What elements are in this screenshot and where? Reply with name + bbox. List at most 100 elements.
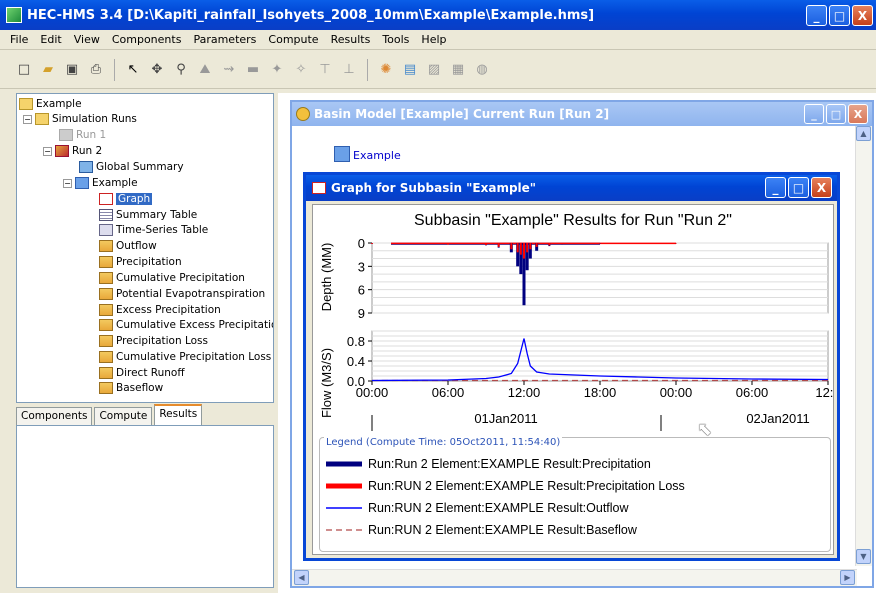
new-icon[interactable]: □ [14,60,34,80]
mouse-pointer-icon: ⬉ [697,419,713,440]
results-icon[interactable]: ▤ [400,60,420,80]
basin-close-button[interactable]: X [848,104,868,124]
print-icon[interactable]: ⎙ [86,60,106,80]
legend-swatch [326,483,362,489]
subbasin-icon[interactable]: ⛰ [195,60,215,80]
tree-item-precipitation[interactable]: Precipitation [99,254,182,270]
tree-item-excess-precipitation[interactable]: Excess Precipitation [99,302,221,318]
depth-tick-label: 0 [358,236,365,251]
tree-item-global-summary[interactable]: Global Summary [79,159,184,175]
tab-components[interactable]: Components [16,407,93,425]
collapse-toggle-icon[interactable]: − [63,178,72,188]
result-icon [99,367,113,379]
menu-parameters[interactable]: Parameters [187,33,262,46]
tree-item-cumulative-excess-precipitation[interactable]: Cumulative Excess Precipitation [99,317,273,333]
tab-results[interactable]: Results [154,404,203,425]
minimize-button[interactable]: _ [806,5,827,26]
depth-axis-label: Depth (MM) [319,243,334,312]
diversion-icon[interactable]: ✧ [291,60,311,80]
tree-item-outflow[interactable]: Outflow [99,238,157,254]
basin-horizontal-scrollbar[interactable]: ◀ ▶ [292,569,857,586]
result-icon [99,351,113,363]
tree-item-simulation-runs[interactable]: − Simulation Runs [23,111,137,127]
depth-tick-label: 3 [358,259,365,274]
menu-view[interactable]: View [68,33,106,46]
menu-tools[interactable]: Tools [376,33,415,46]
folder-icon [35,113,49,125]
app-titlebar: HEC-HMS 3.4 [D:\Kapiti_rainfall_Isohyets… [0,0,876,30]
graph-minimize-button[interactable]: _ [765,177,786,198]
result-icon [99,382,113,394]
graph-close-button[interactable]: X [811,177,832,198]
zoom-icon[interactable]: ⚲ [171,60,191,80]
tree-item-time-series-table[interactable]: Time-Series Table [99,222,208,238]
tree-item-element-example[interactable]: − Example [63,175,138,191]
menu-results[interactable]: Results [325,33,377,46]
tree-item-precipitation-loss[interactable]: Precipitation Loss [99,333,208,349]
result-icon [99,256,113,268]
graph-maximize-button[interactable]: □ [788,177,809,198]
legend-item-outflow: Run:RUN 2 Element:EXAMPLE Result:Outflow [326,500,629,516]
result-icon [99,335,113,347]
component-editor-panel [16,425,274,588]
legend-item-precipitation: Run:Run 2 Element:EXAMPLE Result:Precipi… [326,456,651,472]
tree-item-potential-evapotranspiration[interactable]: Potential Evapotranspiration [99,286,265,302]
reach-icon[interactable]: ⇝ [219,60,239,80]
graph-window-title: Graph for Subbasin "Example" [331,181,537,195]
chart-title: Subbasin "Example" Results for Run "Run … [414,212,732,229]
arrow-icon[interactable]: ↖ [123,60,143,80]
tree-item-cumulative-precipitation[interactable]: Cumulative Precipitation [99,270,245,286]
sink-icon[interactable]: ⊥ [339,60,359,80]
flow-tick-label: 0.4 [347,354,365,369]
reservoir-icon[interactable]: ▬ [243,60,263,80]
scroll-left-icon[interactable]: ◀ [294,570,309,585]
graph-icon[interactable]: ▨ [424,60,444,80]
result-icon [99,319,113,331]
menu-bar: File Edit View Components Parameters Com… [0,30,876,50]
menu-file[interactable]: File [4,33,34,46]
close-button[interactable]: X [852,5,873,26]
flow-axis-label: Flow (M3/S) [319,348,334,418]
tree-item-root[interactable]: Example [19,96,82,112]
basin-element-example[interactable]: Example [334,146,401,162]
open-icon[interactable]: ▰ [38,60,58,80]
depth-tick-label: 6 [358,283,365,298]
watershed-explorer-tree: Example − Simulation Runs Run 1 − Run 2 Gl… [16,93,274,403]
junction-icon[interactable]: ✦ [267,60,287,80]
basin-maximize-button[interactable]: □ [826,104,846,124]
menu-components[interactable]: Components [106,33,188,46]
summary-icon [79,161,93,173]
tree-item-baseflow[interactable]: Baseflow [99,380,163,396]
run-icon [55,145,69,157]
source-icon[interactable]: ⊤ [315,60,335,80]
tree-item-direct-runoff[interactable]: Direct Runoff [99,365,185,381]
timeseries-icon[interactable]: ◍ [472,60,492,80]
basin-vertical-scrollbar[interactable]: ▲ ▼ [855,126,872,566]
save-icon[interactable]: ▣ [62,60,82,80]
tree-item-graph[interactable]: Graph [99,191,153,207]
table-icon[interactable]: ▦ [448,60,468,80]
menu-help[interactable]: Help [415,33,452,46]
compute-icon[interactable]: ✺ [376,60,396,80]
depth-plot-frame [371,242,829,314]
legend-title: Legend (Compute Time: 05Oct2011, 11:54:4… [324,437,563,448]
maximize-button[interactable]: □ [829,5,850,26]
scroll-right-icon[interactable]: ▶ [840,570,855,585]
tree-item-run-2[interactable]: − Run 2 [43,143,102,159]
timeseries-icon [99,224,113,236]
tree-item-run-1[interactable]: Run 1 [59,127,106,143]
subbasin-icon [334,146,350,162]
tab-compute[interactable]: Compute [94,407,153,425]
collapse-toggle-icon[interactable]: − [23,114,32,124]
graph-panel: Subbasin "Example" Results for Run "Run … [312,204,841,555]
menu-compute[interactable]: Compute [262,33,324,46]
menu-edit[interactable]: Edit [34,33,67,46]
tree-item-summary-table[interactable]: Summary Table [99,207,197,223]
scroll-up-icon[interactable]: ▲ [856,126,871,141]
scroll-down-icon[interactable]: ▼ [856,549,871,564]
time-tick-label: 18:00 [584,385,617,400]
tree-item-cumulative-precipitation-loss[interactable]: Cumulative Precipitation Loss [99,349,271,365]
basin-minimize-button[interactable]: _ [804,104,824,124]
pan-icon[interactable]: ✥ [147,60,167,80]
collapse-toggle-icon[interactable]: − [43,146,52,156]
